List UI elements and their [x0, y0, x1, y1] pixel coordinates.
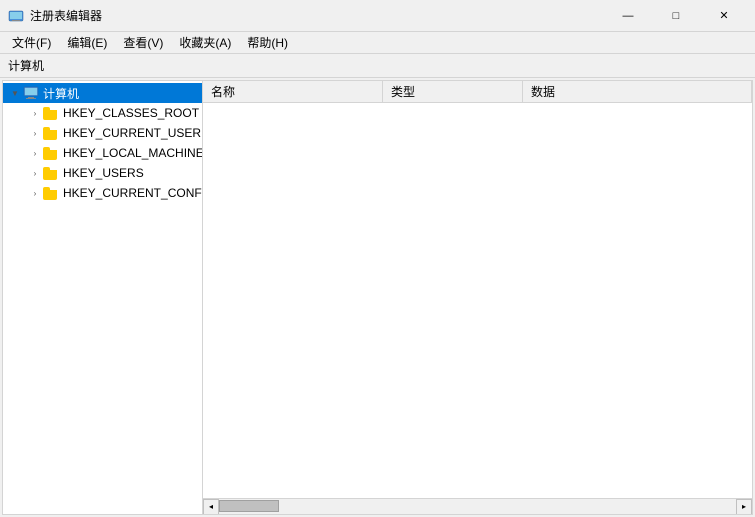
menu-view[interactable]: 查看(V)	[115, 32, 171, 53]
expand-arrow-3[interactable]: ›	[27, 165, 43, 181]
menu-help[interactable]: 帮助(H)	[239, 32, 296, 53]
col-name[interactable]: 名称	[203, 81, 383, 102]
scroll-left-button[interactable]: ◂	[203, 499, 219, 515]
folder-icon-4	[43, 186, 59, 200]
expand-arrow-root[interactable]: ▼	[7, 85, 23, 101]
detail-header: 名称 类型 数据	[203, 81, 752, 103]
detail-content[interactable]	[203, 103, 752, 498]
tree-item-label-3: HKEY_USERS	[63, 166, 144, 180]
tree-item-users[interactable]: › HKEY_USERS	[23, 163, 202, 183]
tree-item-label-0: HKEY_CLASSES_ROOT	[63, 106, 199, 120]
expand-arrow-2[interactable]: ›	[27, 145, 43, 161]
menu-favorites[interactable]: 收藏夹(A)	[171, 32, 239, 53]
expand-arrow-0[interactable]: ›	[27, 105, 43, 121]
horizontal-scrollbar[interactable]: ◂ ▸	[203, 498, 752, 514]
scroll-track[interactable]	[219, 499, 736, 514]
folder-icon-2	[43, 146, 59, 160]
tree-item-local-machine[interactable]: › HKEY_LOCAL_MACHINE	[23, 143, 202, 163]
detail-pane: 名称 类型 数据 ◂ ▸	[203, 81, 752, 514]
window-controls: — □ ✕	[605, 0, 747, 32]
window-title: 注册表编辑器	[30, 7, 605, 24]
tree-item-classes-root[interactable]: › HKEY_CLASSES_ROOT	[23, 103, 202, 123]
tree-item-current-user[interactable]: › HKEY_CURRENT_USER	[23, 123, 202, 143]
main-content: ▼ 计算机 › HKEY_CLASSES_ROOT	[2, 80, 753, 515]
minimize-button[interactable]: —	[605, 0, 651, 32]
expand-arrow-1[interactable]: ›	[27, 125, 43, 141]
col-data[interactable]: 数据	[523, 81, 752, 102]
computer-icon	[23, 86, 39, 100]
menu-edit[interactable]: 编辑(E)	[59, 32, 115, 53]
menu-bar: 文件(F) 编辑(E) 查看(V) 收藏夹(A) 帮助(H)	[0, 32, 755, 54]
close-button[interactable]: ✕	[701, 0, 747, 32]
folder-icon-1	[43, 126, 59, 140]
tree-item-label-2: HKEY_LOCAL_MACHINE	[63, 146, 203, 160]
folder-icon-0	[43, 106, 59, 120]
title-bar: 注册表编辑器 — □ ✕	[0, 0, 755, 32]
col-type[interactable]: 类型	[383, 81, 523, 102]
tree-root-label: 计算机	[43, 85, 79, 102]
maximize-button[interactable]: □	[653, 0, 699, 32]
tree-root[interactable]: ▼ 计算机	[3, 83, 202, 103]
scroll-thumb[interactable]	[219, 500, 279, 512]
tree-children: › HKEY_CLASSES_ROOT › HKEY_CURRENT_USER …	[3, 103, 202, 203]
menu-file[interactable]: 文件(F)	[4, 32, 59, 53]
folder-icon-3	[43, 166, 59, 180]
address-label: 计算机	[8, 57, 44, 74]
expand-arrow-4[interactable]: ›	[27, 185, 43, 201]
tree-item-current-config[interactable]: › HKEY_CURRENT_CONFIG	[23, 183, 202, 203]
address-bar: 计算机	[0, 54, 755, 78]
app-icon	[8, 8, 24, 24]
tree-item-label-1: HKEY_CURRENT_USER	[63, 126, 201, 140]
scroll-right-button[interactable]: ▸	[736, 499, 752, 515]
tree-item-label-4: HKEY_CURRENT_CONFIG	[63, 186, 203, 200]
tree-pane[interactable]: ▼ 计算机 › HKEY_CLASSES_ROOT	[3, 81, 203, 514]
